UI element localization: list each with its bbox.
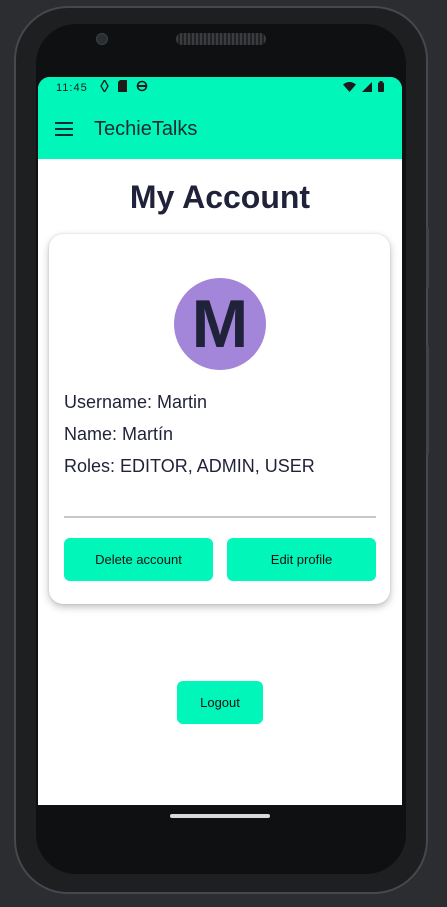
sync-icon bbox=[136, 80, 148, 92]
volume-button bbox=[426, 228, 429, 288]
power-button bbox=[426, 345, 429, 455]
logout-button[interactable]: Logout bbox=[177, 681, 263, 724]
status-time: 11:45 bbox=[56, 82, 88, 94]
delete-account-button[interactable]: Delete account bbox=[64, 538, 213, 581]
wifi-icon bbox=[343, 81, 356, 92]
app-bar: TechieTalks bbox=[38, 99, 402, 159]
edit-profile-button[interactable]: Edit profile bbox=[227, 538, 376, 581]
home-gesture-bar[interactable] bbox=[170, 814, 270, 818]
front-camera bbox=[96, 33, 108, 45]
app-title: TechieTalks bbox=[94, 118, 198, 140]
username-text: Username: Martin bbox=[64, 392, 208, 412]
status-notification-icons bbox=[100, 80, 148, 92]
app-screen: 11:45 TechieTalks My Account M Username:… bbox=[38, 77, 402, 805]
page-title: My Account bbox=[129, 179, 311, 215]
roles-text: Roles: EDITOR, ADMIN, USER bbox=[64, 456, 315, 476]
card-divider bbox=[64, 516, 376, 518]
hamburger-menu-icon[interactable] bbox=[55, 122, 73, 136]
account-card: M Username: Martin Name: Martín Roles: E… bbox=[49, 234, 390, 604]
earpiece-speaker bbox=[176, 33, 266, 45]
cellular-signal-icon bbox=[362, 81, 372, 92]
status-bar: 11:45 bbox=[38, 77, 402, 99]
sim-card-icon bbox=[118, 80, 127, 92]
status-system-icons bbox=[343, 81, 384, 92]
battery-icon bbox=[378, 81, 384, 92]
avatar: M bbox=[174, 278, 266, 370]
name-text: Name: Martín bbox=[64, 424, 174, 444]
navigation-icon bbox=[100, 80, 109, 92]
